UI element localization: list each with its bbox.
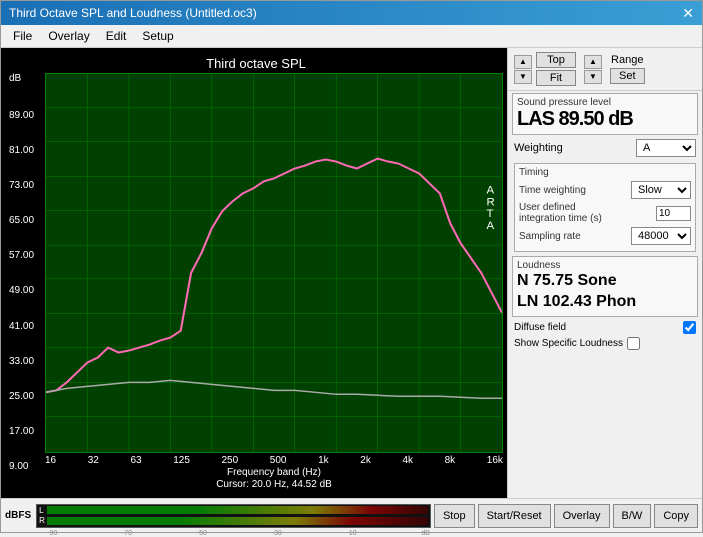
chart-grid: A R T A <box>46 74 502 452</box>
start-reset-button[interactable]: Start/Reset <box>478 504 551 528</box>
x-axis-label: Frequency band (Hz) <box>45 467 503 478</box>
dbfs-label: dBFS <box>5 510 31 521</box>
meter-scale-70: -70 <box>122 530 132 537</box>
sampling-label: Sampling rate <box>519 231 631 242</box>
bottom-bar: dBFS L R -90 -70 -50 -30 -10 dB Stop <box>1 498 702 532</box>
window-title: Third Octave SPL and Loudness (Untitled.… <box>9 6 257 20</box>
y-tick-73: 73.00 <box>9 180 42 191</box>
time-weighting-label: Time weighting <box>519 185 631 196</box>
y-tick-57: 57.00 <box>9 250 42 261</box>
loudness-value-line2: LN 102.43 Phon <box>517 292 693 313</box>
meter-scale-90: -90 <box>47 530 57 537</box>
set-button[interactable]: Set <box>610 68 645 84</box>
y-tick-9: 9.00 <box>9 461 42 472</box>
x-tick-4k: 4k <box>402 455 413 466</box>
y-axis-label: dB <box>9 73 42 84</box>
copy-button[interactable]: Copy <box>654 504 698 528</box>
loudness-value-line1: N 75.75 Sone <box>517 271 693 292</box>
menu-overlay[interactable]: Overlay <box>40 27 97 45</box>
x-tick-1k: 1k <box>318 455 329 466</box>
right-channel-label: R <box>39 516 47 525</box>
y-tick-17: 17.00 <box>9 426 42 437</box>
svg-text:R: R <box>486 196 494 208</box>
menu-setup[interactable]: Setup <box>134 27 181 45</box>
range-up-arrow[interactable]: ▲ <box>584 55 602 69</box>
range-down-arrow[interactable]: ▼ <box>584 70 602 84</box>
svg-text:A: A <box>486 220 494 232</box>
spl-value: LAS 89.50 dB <box>517 108 693 131</box>
x-tick-250: 250 <box>222 455 239 466</box>
y-tick-33: 33.00 <box>9 356 42 367</box>
sampling-row: Sampling rate 44100 48000 96000 <box>519 227 691 245</box>
left-channel-label: L <box>39 506 47 515</box>
diffuse-checkbox[interactable] <box>683 321 696 334</box>
meter-scale-db: dB <box>421 530 430 537</box>
show-specific-row: Show Specific Loudness <box>508 336 702 351</box>
show-specific-checkbox[interactable] <box>627 337 640 350</box>
chart-title: Third octave SPL <box>9 56 503 71</box>
integration-row: User defined integration time (s) <box>519 202 691 224</box>
weighting-select[interactable]: A B C Z <box>636 139 696 157</box>
spl-section: Sound pressure level LAS 89.50 dB <box>512 93 698 135</box>
range-group: Range Set <box>610 54 645 84</box>
x-tick-16k: 16k <box>487 455 503 466</box>
menu-edit[interactable]: Edit <box>98 27 135 45</box>
main-area: Third octave SPL dB 89.00 81.00 73.00 65… <box>1 48 702 498</box>
overlay-button[interactable]: Overlay <box>554 504 610 528</box>
timing-section: Timing Time weighting Slow Fast Impulse … <box>514 163 696 252</box>
weighting-label: Weighting <box>514 142 563 154</box>
y-tick-81: 81.00 <box>9 145 42 156</box>
y-tick-25: 25.00 <box>9 391 42 402</box>
top-button[interactable]: Top <box>536 52 576 68</box>
x-tick-500: 500 <box>270 455 287 466</box>
time-weighting-row: Time weighting Slow Fast Impulse <box>519 181 691 199</box>
y-tick-49: 49.00 <box>9 285 42 296</box>
range-label: Range <box>611 54 643 66</box>
time-weighting-select[interactable]: Slow Fast Impulse <box>631 181 691 199</box>
x-tick-16: 16 <box>45 455 56 466</box>
weighting-row: Weighting A B C Z <box>508 137 702 161</box>
meter-scale-30: -30 <box>272 530 282 537</box>
menu-bar: File Overlay Edit Setup <box>1 25 702 48</box>
timing-section-title: Timing <box>519 167 691 178</box>
meter-scale-50: -50 <box>197 530 207 537</box>
right-panel: ▲ ▼ Top Fit ▲ ▼ Range Set Sound press <box>507 48 702 498</box>
top-up-arrow[interactable]: ▲ <box>514 55 532 69</box>
nav-controls: ▲ ▼ Top Fit ▲ ▼ Range Set <box>508 48 702 91</box>
x-tick-8k: 8k <box>445 455 456 466</box>
diffuse-row: Diffuse field <box>508 319 702 336</box>
close-button[interactable]: ✕ <box>682 6 694 20</box>
integration-input[interactable] <box>656 206 691 221</box>
y-tick-41: 41.00 <box>9 321 42 332</box>
top-fit-group: Top Fit <box>536 52 576 86</box>
x-tick-2k: 2k <box>360 455 371 466</box>
x-tick-125: 125 <box>173 455 190 466</box>
svg-text:A: A <box>486 185 494 197</box>
stop-button[interactable]: Stop <box>434 504 475 528</box>
title-bar: Third Octave SPL and Loudness (Untitled.… <box>1 1 702 25</box>
y-tick-89: 89.00 <box>9 110 42 121</box>
diffuse-label: Diffuse field <box>514 322 683 333</box>
meter-scale-10: -10 <box>346 530 356 537</box>
show-specific-label: Show Specific Loudness <box>514 338 623 349</box>
fit-button[interactable]: Fit <box>536 70 576 86</box>
x-tick-32: 32 <box>88 455 99 466</box>
svg-text:T: T <box>486 208 493 220</box>
menu-file[interactable]: File <box>5 27 40 45</box>
loudness-section: Loudness N 75.75 Sone LN 102.43 Phon <box>512 256 698 317</box>
chart-area: Third octave SPL dB 89.00 81.00 73.00 65… <box>1 48 507 498</box>
spl-section-label: Sound pressure level <box>517 97 693 108</box>
x-tick-63: 63 <box>130 455 141 466</box>
integration-label: User defined integration time (s) <box>519 202 656 224</box>
cursor-info: Cursor: 20.0 Hz, 44.52 dB <box>45 479 503 490</box>
sampling-select[interactable]: 44100 48000 96000 <box>631 227 691 245</box>
y-tick-65: 65.00 <box>9 215 42 226</box>
main-window: Third Octave SPL and Loudness (Untitled.… <box>0 0 703 533</box>
bw-button[interactable]: B/W <box>613 504 652 528</box>
loudness-section-label: Loudness <box>517 260 693 271</box>
top-down-arrow[interactable]: ▼ <box>514 70 532 84</box>
